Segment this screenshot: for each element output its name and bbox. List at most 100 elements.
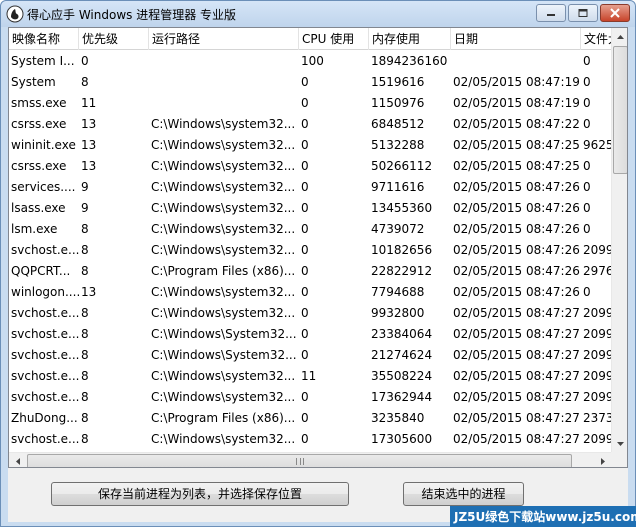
- cell-file-size: 0: [583, 180, 591, 194]
- cell-priority: 8: [81, 348, 89, 362]
- cell-path: C:\Program Files (x86)...: [151, 411, 296, 425]
- cell-file-size: 2099: [583, 432, 611, 446]
- cell-memory: 9932800: [371, 306, 425, 320]
- table-row[interactable]: services.... 9 C:\Windows\system32... 0 9711…: [9, 177, 611, 198]
- window-title: 得心应手 Windows 进程管理器 专业版: [27, 8, 237, 22]
- cell-date: 02/05/2015 08:47:27: [453, 369, 580, 383]
- cell-image-name: svchost.e...: [11, 327, 79, 341]
- cell-path: C:\Windows\system32...: [151, 432, 296, 446]
- list-header: 映像名称 优先级 运行路径 CPU 使用 内存使用 日期 文件大: [9, 28, 627, 50]
- close-button[interactable]: [600, 4, 630, 22]
- table-row[interactable]: svchost.e... 8 C:\Windows\System32... 0 2127…: [9, 345, 611, 366]
- cell-priority: 8: [81, 390, 89, 404]
- cell-image-name: lsass.exe: [11, 201, 66, 215]
- cell-priority: 13: [81, 285, 97, 299]
- cell-file-size: 0: [583, 75, 591, 89]
- cell-memory: 6848512: [371, 117, 425, 131]
- cell-path: C:\Windows\system32...: [151, 369, 296, 383]
- table-row[interactable]: lsass.exe 9 C:\Windows\system32... 0 1345536…: [9, 198, 611, 219]
- cell-image-name: System I...: [11, 54, 75, 68]
- scroll-left-button[interactable]: [9, 453, 26, 467]
- arrow-left-icon: [15, 458, 20, 465]
- cell-file-size: 2099: [583, 390, 611, 404]
- column-header-path[interactable]: 运行路径: [149, 28, 299, 50]
- cell-image-name: svchost.e...: [11, 390, 79, 404]
- table-row[interactable]: System I... 0 100 1894236160 0: [9, 51, 611, 72]
- save-process-list-button[interactable]: 保存当前进程为列表，并选择保存位置: [51, 482, 349, 506]
- scroll-down-button[interactable]: [612, 435, 627, 452]
- end-process-button[interactable]: 结束选中的进程: [403, 482, 524, 506]
- table-row[interactable]: svchost.e... 8 C:\Windows\system32... 0 1730…: [9, 429, 611, 450]
- cell-file-size: 2099: [583, 306, 611, 320]
- cell-priority: 8: [81, 306, 89, 320]
- maximize-button[interactable]: [568, 4, 598, 22]
- table-row[interactable]: svchost.e... 8 C:\Windows\System32... 0 2338…: [9, 324, 611, 345]
- cell-path: C:\Windows\system32...: [151, 201, 296, 215]
- vertical-scroll-thumb[interactable]: [613, 46, 627, 174]
- cell-cpu: 0: [301, 390, 309, 404]
- cell-date: 02/05/2015 08:47:19: [453, 75, 580, 89]
- column-header-cpu[interactable]: CPU 使用: [299, 28, 369, 50]
- column-header-image-name[interactable]: 映像名称: [9, 28, 79, 50]
- table-row[interactable]: svchost.e... 8 C:\Windows\system32... 0 9932…: [9, 303, 611, 324]
- cell-date: 02/05/2015 08:47:22: [453, 117, 580, 131]
- arrow-down-icon: [617, 441, 624, 446]
- cell-priority: 0: [81, 54, 89, 68]
- cell-path: C:\Windows\system32...: [151, 180, 296, 194]
- table-row[interactable]: csrss.exe 13 C:\Windows\system32... 0 684851…: [9, 114, 611, 135]
- scroll-up-button[interactable]: [612, 28, 627, 45]
- process-list[interactable]: 映像名称 优先级 运行路径 CPU 使用 内存使用 日期 文件大 System …: [8, 27, 628, 468]
- cell-image-name: svchost.e...: [11, 306, 79, 320]
- cell-file-size: 2099: [583, 327, 611, 341]
- cell-cpu: 0: [301, 306, 309, 320]
- table-row[interactable]: svchost.e... 8 C:\Windows\system32... 0 1736…: [9, 387, 611, 408]
- table-row[interactable]: svchost.e... 8 C:\Windows\system32... 11 355…: [9, 366, 611, 387]
- table-row[interactable]: wininit.exe 13 C:\Windows\system32... 0 5132…: [9, 135, 611, 156]
- cell-file-size: 0: [583, 117, 591, 131]
- table-row[interactable]: winlogon.... 13 C:\Windows\system32... 0 779…: [9, 282, 611, 303]
- cell-cpu: 0: [301, 159, 309, 173]
- cell-date: 02/05/2015 08:47:25: [453, 138, 580, 152]
- table-row[interactable]: QQPCRT... 8 C:\Program Files (x86)... 0 2282…: [9, 261, 611, 282]
- cell-file-size: 9625: [583, 138, 611, 152]
- cell-path: C:\Windows\system32...: [151, 390, 296, 404]
- horizontal-scroll-thumb[interactable]: [27, 454, 572, 467]
- cell-date: 02/05/2015 08:47:26: [453, 222, 580, 236]
- scroll-right-button[interactable]: [594, 453, 611, 467]
- cell-date: 02/05/2015 08:47:26: [453, 285, 580, 299]
- cell-priority: 8: [81, 75, 89, 89]
- close-icon: [610, 8, 620, 18]
- grip-icon: [295, 458, 304, 465]
- cell-image-name: lsm.exe: [11, 222, 58, 236]
- column-header-priority[interactable]: 优先级: [79, 28, 149, 50]
- cell-date: [451, 51, 581, 72]
- cell-cpu: 0: [301, 411, 309, 425]
- table-row[interactable]: svchost.e... 8 C:\Windows\system32... 0 1018…: [9, 240, 611, 261]
- table-row[interactable]: csrss.exe 13 C:\Windows\system32... 0 502661…: [9, 156, 611, 177]
- table-row[interactable]: ZhuDong... 8 C:\Program Files (x86)... 0 323…: [9, 408, 611, 429]
- cell-cpu: 0: [301, 222, 309, 236]
- vertical-scrollbar[interactable]: [611, 28, 627, 452]
- cell-file-size: 0: [583, 201, 591, 215]
- column-header-memory[interactable]: 内存使用: [369, 28, 451, 50]
- cell-date: 02/05/2015 08:47:27: [453, 327, 580, 341]
- cell-path: [149, 93, 299, 114]
- cell-file-size: 2099: [583, 348, 611, 362]
- title-bar[interactable]: 得心应手 Windows 进程管理器 专业版: [1, 1, 635, 27]
- table-row[interactable]: System 8 0 1519616 02/05/2015 08:47:19 0: [9, 72, 611, 93]
- column-header-date[interactable]: 日期: [451, 28, 581, 50]
- cell-file-size: 0: [583, 222, 591, 236]
- cell-memory: 5132288: [371, 138, 425, 152]
- cell-image-name: winlogon....: [11, 285, 79, 299]
- cell-memory: 1519616: [371, 75, 425, 89]
- table-row[interactable]: smss.exe 11 0 1150976 02/05/2015 08:47:19 0: [9, 93, 611, 114]
- cell-path: C:\Windows\system32...: [151, 159, 296, 173]
- horizontal-scrollbar[interactable]: [9, 452, 611, 467]
- cell-memory: 7794688: [371, 285, 425, 299]
- cell-image-name: System: [11, 75, 56, 89]
- table-row[interactable]: lsm.exe 8 C:\Windows\system32... 0 4739072 02…: [9, 219, 611, 240]
- cell-image-name: svchost.e...: [11, 369, 79, 383]
- cell-file-size: 0: [583, 54, 591, 68]
- minimize-button[interactable]: [536, 4, 566, 22]
- cell-memory: 21274624: [371, 348, 433, 362]
